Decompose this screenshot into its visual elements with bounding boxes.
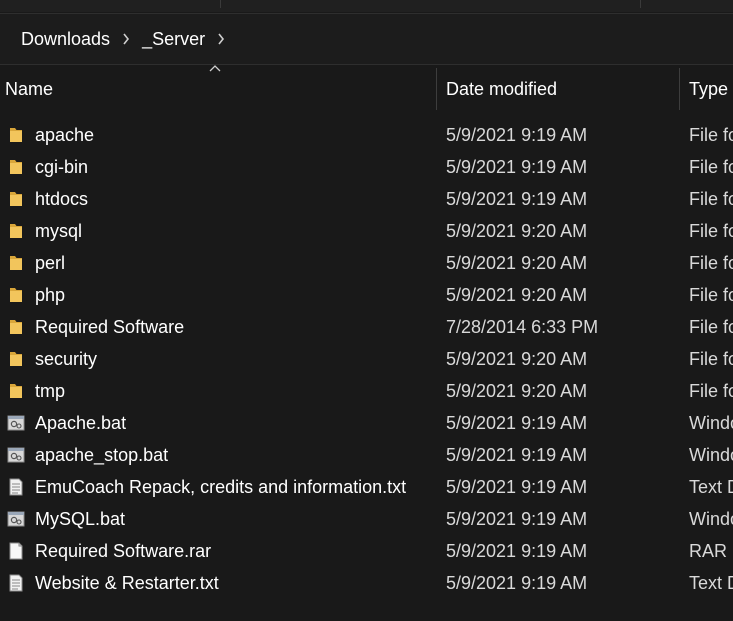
file-type: File fo [689, 125, 733, 145]
column-divider[interactable] [436, 68, 437, 110]
file-name[interactable]: Apache.bat [35, 407, 126, 439]
file-date-modified: 5/9/2021 9:20 AM [446, 349, 588, 369]
file-type: File fo [689, 381, 733, 401]
file-date-modified: 5/9/2021 9:19 AM [446, 413, 588, 433]
file-name[interactable]: htdocs [35, 183, 88, 215]
folder-icon [7, 126, 25, 144]
breadcrumb-server[interactable]: _Server [142, 29, 205, 50]
batch-file-icon [7, 446, 25, 464]
file-date-modified: 5/9/2021 9:20 AM [446, 253, 588, 273]
file-date-modified: 5/9/2021 9:19 AM [446, 125, 588, 145]
file-name[interactable]: cgi-bin [35, 151, 88, 183]
file-row[interactable]: perl 5/9/2021 9:20 AM File fo [0, 247, 733, 279]
file-row[interactable]: php 5/9/2021 9:20 AM File fo [0, 279, 733, 311]
top-strip-segment [220, 0, 641, 8]
file-list: apache 5/9/2021 9:19 AM File fo cgi-bin 5/9… [0, 119, 733, 599]
folder-icon [7, 286, 25, 304]
file-row[interactable]: Website & Restarter.txt 5/9/2021 9:19 AM T… [0, 567, 733, 599]
column-header-date-modified[interactable]: Date modified [446, 68, 676, 110]
file-type: File fo [689, 221, 733, 241]
file-row[interactable]: Required Software.rar 5/9/2021 9:19 AM RAR… [0, 535, 733, 567]
file-name[interactable]: perl [35, 247, 65, 279]
file-row[interactable]: Required Software 7/28/2014 6:33 PM File f… [0, 311, 733, 343]
file-type: File fo [689, 253, 733, 273]
column-divider[interactable] [679, 68, 680, 110]
file-row[interactable]: security 5/9/2021 9:20 AM File fo [0, 343, 733, 375]
file-name[interactable]: Required Software.rar [35, 535, 211, 567]
file-name[interactable]: php [35, 279, 65, 311]
file-row[interactable]: MySQL.bat 5/9/2021 9:19 AM Windo [0, 503, 733, 535]
file-name[interactable]: apache [35, 119, 94, 151]
file-row[interactable]: cgi-bin 5/9/2021 9:19 AM File fo [0, 151, 733, 183]
window-top-strip [0, 0, 733, 12]
file-row[interactable]: apache 5/9/2021 9:19 AM File fo [0, 119, 733, 151]
file-type: Windo [689, 445, 733, 465]
batch-file-icon [7, 414, 25, 432]
breadcrumb-downloads[interactable]: Downloads [21, 29, 110, 50]
column-header-row: Name Date modified Type [0, 65, 733, 110]
file-date-modified: 5/9/2021 9:19 AM [446, 157, 588, 177]
file-type: File fo [689, 157, 733, 177]
file-date-modified: 5/9/2021 9:19 AM [446, 445, 588, 465]
file-date-modified: 5/9/2021 9:19 AM [446, 541, 588, 561]
file-name[interactable]: apache_stop.bat [35, 439, 168, 471]
folder-icon [7, 222, 25, 240]
text-file-icon [7, 574, 25, 592]
file-row[interactable]: mysql 5/9/2021 9:20 AM File fo [0, 215, 733, 247]
file-name[interactable]: tmp [35, 375, 65, 407]
text-file-icon [7, 478, 25, 496]
file-date-modified: 5/9/2021 9:19 AM [446, 477, 588, 497]
file-name[interactable]: mysql [35, 215, 82, 247]
file-date-modified: 5/9/2021 9:20 AM [446, 285, 588, 305]
file-row[interactable]: EmuCoach Repack, credits and information… [0, 471, 733, 503]
file-name[interactable]: MySQL.bat [35, 503, 125, 535]
chevron-right-icon[interactable] [122, 31, 130, 47]
address-bar[interactable]: ‹ Downloads _Server [0, 13, 733, 65]
file-row[interactable]: apache_stop.bat 5/9/2021 9:19 AM Windo [0, 439, 733, 471]
batch-file-icon [7, 510, 25, 528]
folder-icon [7, 190, 25, 208]
file-date-modified: 5/9/2021 9:20 AM [446, 381, 588, 401]
top-strip-segment [0, 0, 221, 8]
file-type: RAR F [689, 541, 733, 561]
file-type: Text D [689, 573, 733, 593]
folder-icon [7, 382, 25, 400]
file-type: Windo [689, 509, 733, 529]
file-row[interactable]: htdocs 5/9/2021 9:19 AM File fo [0, 183, 733, 215]
file-type: Text D [689, 477, 733, 497]
chevron-right-icon[interactable] [217, 31, 225, 47]
file-row[interactable]: tmp 5/9/2021 9:20 AM File fo [0, 375, 733, 407]
file-type: Windo [689, 413, 733, 433]
file-date-modified: 5/9/2021 9:19 AM [446, 189, 588, 209]
file-type: File fo [689, 285, 733, 305]
file-date-modified: 7/28/2014 6:33 PM [446, 317, 599, 337]
file-date-modified: 5/9/2021 9:20 AM [446, 221, 588, 241]
file-name[interactable]: Required Software [35, 311, 184, 343]
folder-icon [7, 318, 25, 336]
file-row[interactable]: Apache.bat 5/9/2021 9:19 AM Windo [0, 407, 733, 439]
folder-icon [7, 350, 25, 368]
file-type: File fo [689, 349, 733, 369]
file-date-modified: 5/9/2021 9:19 AM [446, 509, 588, 529]
column-header-name[interactable]: Name [5, 68, 433, 110]
archive-file-icon [7, 542, 25, 560]
file-name[interactable]: security [35, 343, 97, 375]
file-name[interactable]: EmuCoach Repack, credits and information… [35, 471, 406, 503]
folder-icon [7, 254, 25, 272]
folder-icon [7, 158, 25, 176]
file-type: File fo [689, 317, 733, 337]
file-date-modified: 5/9/2021 9:19 AM [446, 573, 588, 593]
file-type: File fo [689, 189, 733, 209]
column-header-type[interactable]: Type [689, 68, 733, 110]
file-name[interactable]: Website & Restarter.txt [35, 567, 219, 599]
